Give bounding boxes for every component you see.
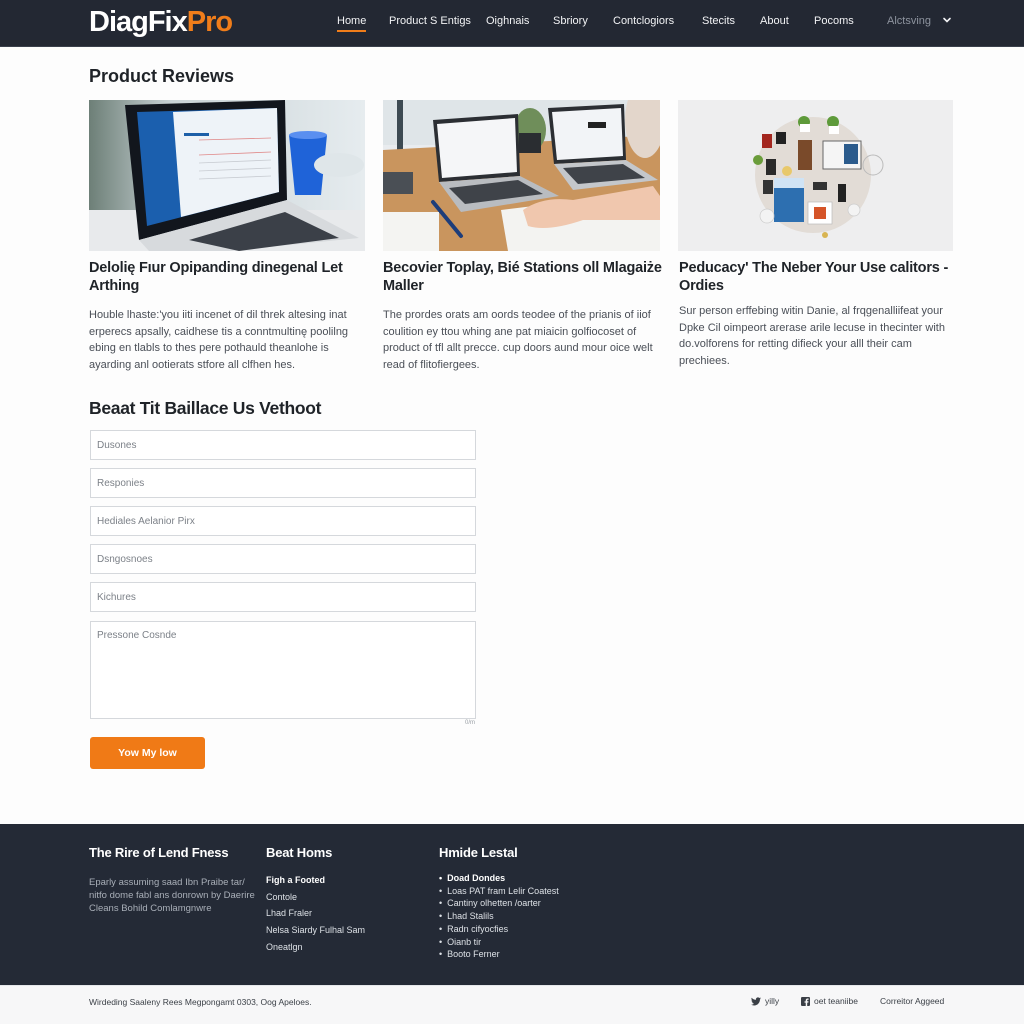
gadgets-photo-icon: [678, 100, 953, 251]
form-message-textarea[interactable]: [90, 621, 476, 719]
footer-bullet-list: Doad Dondes Loas PAT fram Lelir Coatest …: [439, 872, 559, 961]
section-title: Product Reviews: [89, 66, 235, 86]
review-card-title[interactable]: Becovier Toplay, Bié Stations oll Mlagai…: [383, 259, 663, 295]
chevron-down-icon[interactable]: [942, 15, 952, 25]
footer-list-item[interactable]: Lhad Stalils: [439, 910, 559, 923]
footer-list-item[interactable]: Doad Dondes: [439, 872, 559, 885]
social-link-twitter[interactable]: yilly: [751, 996, 779, 1006]
review-card-body: Houble lhaste:'you iiti incenet of dil t…: [89, 309, 349, 371]
two-laptops-photo-icon: [383, 100, 660, 251]
form-field-name[interactable]: [90, 430, 476, 460]
logo-main: DiagFix: [89, 6, 188, 38]
laptop-photo-icon: [89, 100, 365, 251]
nav-programs[interactable]: Pocoms: [814, 14, 854, 28]
form-title: Beaat Tit Baillace Us Vethoot: [89, 398, 322, 418]
footer-link[interactable]: Figh a Footed: [266, 872, 365, 889]
footer-links-list: Figh a Footed Contole Lhad Fraler Nelsa …: [266, 872, 365, 956]
form-field-diagnosis[interactable]: [90, 544, 476, 574]
review-image-gadgets[interactable]: [678, 100, 953, 251]
twitter-icon: [751, 996, 761, 1005]
footer-list-item[interactable]: Oianb tir: [439, 936, 559, 949]
form-field-email[interactable]: [90, 468, 476, 498]
social-link-facebook[interactable]: oet teaniibe: [801, 996, 858, 1006]
facebook-icon: [801, 996, 810, 1006]
footer-heading-list: Hmide Lestal: [439, 845, 518, 860]
nav-about[interactable]: About: [760, 14, 789, 28]
copyright-text: Wirdeding Saaleny Rees Megpongamt 0303, …: [89, 997, 312, 1007]
logo[interactable]: DiagFixPro: [89, 6, 233, 38]
review-card-body: The prordes orats am oords teodee of the…: [383, 309, 653, 371]
footer-link[interactable]: Nelsa Siardy Fulhal Sam: [266, 922, 365, 939]
footer-heading-links: Beat Homs: [266, 845, 333, 860]
review-card-title[interactable]: Peducacy' The Neber Your Use calitors - …: [679, 259, 959, 295]
footer-link[interactable]: Lhad Fraler: [266, 905, 365, 922]
review-card-title[interactable]: Delolię Fıur Opipanding dinegenal Let Ar…: [89, 259, 369, 295]
footer-link[interactable]: Contole: [266, 889, 365, 906]
twitter-label: yilly: [765, 996, 780, 1006]
footer-heading-about: The Rire of Lend Fness: [89, 845, 229, 860]
nav-stats[interactable]: Stecits: [702, 14, 735, 28]
facebook-label: oet teaniibe: [814, 996, 858, 1006]
nav-categories[interactable]: Contclogiors: [613, 14, 674, 28]
nav-product-settings[interactable]: Product S Entigs: [389, 14, 471, 28]
footer-list-item[interactable]: Cantiny olhetten /oarter: [439, 897, 559, 910]
char-count: 0/m: [465, 720, 476, 726]
nav-home[interactable]: Home: [337, 14, 367, 32]
review-image-two-laptops[interactable]: [383, 100, 660, 251]
nav-story[interactable]: Sbriory: [553, 14, 588, 28]
logo-accent: Pro: [186, 6, 233, 38]
footer-link[interactable]: Oneatlgn: [266, 939, 365, 956]
footer-list-item[interactable]: Booto Ferner: [439, 948, 559, 961]
top-navigation-bar: DiagFixPro Home Product S Entigs Oighnai…: [0, 0, 1024, 47]
contact-label: Correitor Aggeed: [880, 996, 945, 1006]
review-image-laptop[interactable]: [89, 100, 365, 251]
footer-about-text: Eparly assuming saad Ibn Praibe tar/ nit…: [89, 877, 255, 914]
nav-more[interactable]: Alctsving: [887, 14, 931, 28]
form-field-details[interactable]: [90, 582, 476, 612]
footer-list-item[interactable]: Radn cifyocfies: [439, 923, 559, 936]
form-field-subject[interactable]: [90, 506, 476, 536]
nav-originals[interactable]: Oighnais: [486, 14, 529, 28]
social-link-contact[interactable]: Correitor Aggeed: [880, 996, 944, 1006]
footer-list-item[interactable]: Loas PAT fram Lelir Coatest: [439, 885, 559, 898]
submit-button[interactable]: Yow My low: [90, 737, 205, 769]
review-card-body: Sur person erffebing witin Danie, al frq…: [679, 305, 945, 367]
